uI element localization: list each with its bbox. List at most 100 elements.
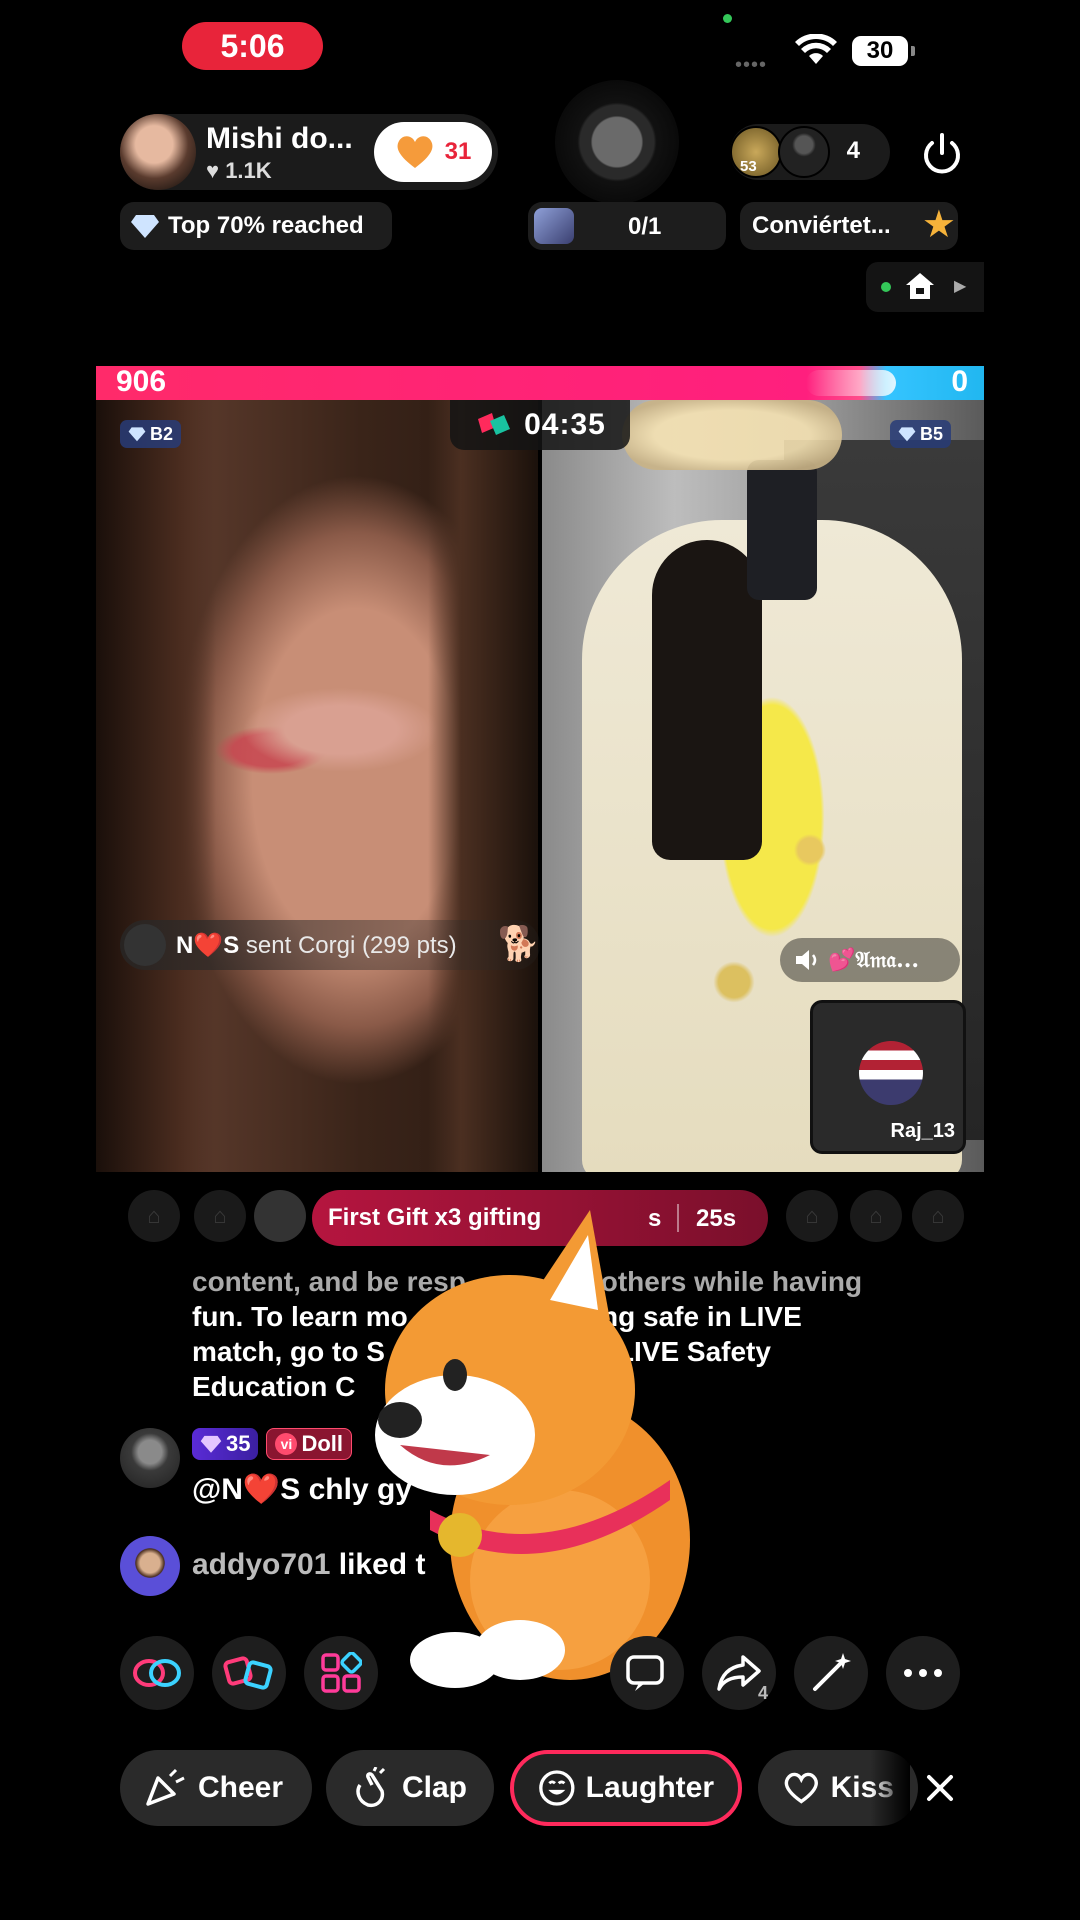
empty-seat-icon[interactable]: ⌂ [850, 1190, 902, 1242]
more-button[interactable] [886, 1636, 960, 1710]
reaction-row-fade [870, 1744, 910, 1832]
diamond-icon [898, 427, 916, 442]
opponent-name: 💕𝔄𝔪𝔞... [828, 947, 920, 973]
convert-chip[interactable]: Conviértet... ★ [740, 202, 958, 250]
guest-name: Raj_13 [890, 1120, 956, 1142]
notice-line: match, go to S [192, 1336, 385, 1367]
power-icon [924, 133, 960, 174]
floating-controls[interactable]: ▶ [866, 262, 984, 312]
host-video-feed[interactable] [96, 400, 538, 1172]
viewer-count: 4 [846, 137, 860, 164]
reaction-laughter-label: Laughter [585, 1771, 714, 1804]
end-live-button[interactable] [912, 124, 972, 184]
reaction-cheer[interactable]: Cheer [120, 1750, 312, 1826]
rank-progress-chip[interactable]: Top 70% reached [120, 202, 392, 250]
rank-badge-left[interactable]: B2 [120, 420, 182, 448]
battle-timer: 04:35 [450, 400, 630, 450]
gift-notification: N❤️S sent Corgi (299 pts) 🐕 [120, 920, 540, 970]
rank-badge-right[interactable]: B5 [890, 420, 952, 448]
goal-gift-icon [534, 208, 574, 244]
guest-pip[interactable]: Raj_13 [810, 1000, 966, 1154]
grid-icon [321, 1652, 362, 1693]
reaction-clap[interactable]: Clap [326, 1750, 494, 1826]
online-dot-icon [881, 282, 891, 292]
video-phone [747, 460, 817, 600]
host-name: Mishi do... [206, 122, 353, 155]
camera-indicator-icon [723, 14, 732, 23]
star-icon: ★ [921, 204, 956, 246]
guest-avatar [859, 1041, 923, 1105]
viewer-avatar[interactable]: 53 [730, 126, 782, 178]
share-arrow-icon [717, 1655, 761, 1691]
battle-icon [478, 413, 511, 435]
gifter-avatar[interactable] [254, 1190, 306, 1242]
close-reactions-button[interactable] [910, 1758, 970, 1818]
score-left: 906 [116, 365, 167, 398]
speaker-icon[interactable] [794, 948, 820, 972]
rank-badge-right-label: B5 [920, 423, 944, 444]
opponent-audio-pill[interactable]: 💕𝔄𝔪𝔞... [780, 938, 960, 982]
top-viewers[interactable]: 53 4 [730, 124, 890, 180]
rank-badge-left-label: B2 [150, 423, 174, 444]
status-time: 5:06 [182, 22, 323, 70]
rank-progress-label: Top 70% reached [168, 212, 364, 239]
host-likes: ♥ 1.1K [206, 158, 272, 183]
effects-button[interactable] [794, 1636, 868, 1710]
host-avatar[interactable] [120, 114, 196, 190]
diamond-icon [128, 427, 146, 442]
record-button[interactable] [555, 80, 679, 204]
notice-line: Education C [192, 1371, 356, 1402]
empty-seat-icon[interactable]: ⌂ [786, 1190, 838, 1242]
gift-goal-chip[interactable]: 0/1 [528, 202, 726, 250]
match-button[interactable] [212, 1636, 286, 1710]
follow-count: 31 [444, 138, 472, 165]
home-icon[interactable] [904, 271, 936, 301]
wifi-icon [795, 34, 837, 64]
comment-button[interactable] [610, 1636, 684, 1710]
chat-username[interactable]: addyo701 [192, 1548, 330, 1581]
gift-sender-name: N❤️S [176, 931, 240, 959]
battle-timer-value: 04:35 [524, 408, 606, 441]
multi-guest-button[interactable] [120, 1636, 194, 1710]
empty-seat-icon[interactable]: ⌂ [128, 1190, 180, 1242]
corgi-gift-icon: 🐕 [497, 925, 540, 963]
chat-avatar[interactable] [120, 1428, 180, 1488]
heart-outline-icon [784, 1772, 818, 1804]
gift-text: sent Corgi (299 pts) [245, 931, 457, 959]
goal-progress: 0/1 [628, 213, 662, 240]
host-profile-pill[interactable]: Mishi do... ♥ 1.1K 31 [120, 114, 498, 190]
corgi-gift-animation [375, 1210, 690, 1688]
reaction-cheer-label: Cheer [198, 1771, 284, 1804]
video-hair-right [428, 400, 538, 1172]
video-subject-hair [652, 540, 762, 860]
fan-club-icon: vi [275, 1433, 298, 1455]
fan-club-badge[interactable]: vi Doll [266, 1428, 353, 1460]
close-icon [927, 1775, 953, 1801]
link-icon [133, 1659, 181, 1687]
battle-score-bar: 906 0 [96, 365, 984, 400]
viewer-avatar[interactable] [778, 126, 830, 178]
viewer-rank-badge: 53 [740, 158, 757, 175]
video-hair-left [96, 400, 216, 1172]
magic-wand-icon [813, 1653, 851, 1691]
reaction-clap-label: Clap [402, 1771, 468, 1804]
features-button[interactable] [304, 1636, 378, 1710]
gem-icon [200, 1435, 222, 1453]
diamond-icon [131, 215, 159, 238]
fan-club-name: Doll [301, 1431, 344, 1456]
empty-seat-icon[interactable]: ⌂ [194, 1190, 246, 1242]
empty-seat-icon[interactable]: ⌂ [912, 1190, 964, 1242]
gifter-level-badge[interactable]: 35 [192, 1428, 259, 1460]
chat-avatar[interactable] [120, 1536, 180, 1596]
reaction-laughter[interactable]: Laughter [510, 1750, 742, 1826]
follow-button[interactable]: 31 [374, 122, 492, 182]
score-right: 0 [951, 365, 968, 398]
score-streak-effect [806, 370, 896, 396]
expand-arrow-icon[interactable]: ▶ [954, 276, 966, 296]
share-button[interactable]: 4 [702, 1636, 776, 1710]
more-icon [904, 1669, 942, 1677]
convert-label: Conviértet... [752, 212, 891, 239]
host-likes-count: 1.1K [225, 158, 272, 183]
heart-icon [397, 136, 433, 168]
battery-indicator: 30 [852, 36, 915, 66]
